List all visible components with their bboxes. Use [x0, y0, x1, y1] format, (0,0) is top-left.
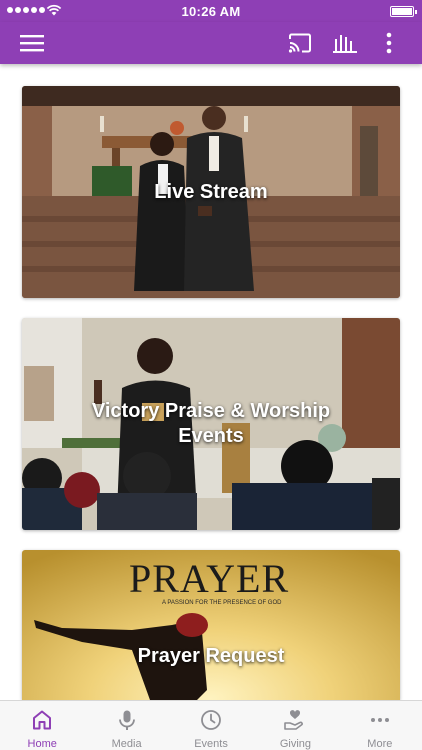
status-time: 10:26 AM — [181, 4, 241, 19]
card-title: Live Stream — [154, 180, 268, 203]
app-bar — [0, 22, 422, 64]
audio-button[interactable] — [328, 22, 362, 64]
microphone-icon — [118, 710, 135, 730]
card-title: Prayer Request — [137, 644, 285, 667]
tab-more[interactable]: More — [338, 701, 422, 750]
more-dots-icon — [370, 718, 389, 722]
overflow-menu-button[interactable] — [372, 22, 406, 64]
card-live-stream[interactable]: Live Stream — [22, 86, 400, 298]
status-bar: 10:26 AM — [0, 0, 422, 22]
tab-home[interactable]: Home — [0, 701, 84, 750]
tab-label: Media — [111, 738, 142, 750]
hamburger-menu-icon — [20, 35, 44, 52]
tab-media[interactable]: Media — [84, 701, 168, 750]
menu-button[interactable] — [14, 22, 50, 64]
giving-hand-icon — [284, 710, 304, 730]
tab-bar: Home Media Events Giving More — [0, 700, 422, 750]
card-title: Victory Praise & Worship Events — [91, 400, 331, 447]
battery-icon — [390, 6, 417, 17]
tab-events[interactable]: Events — [169, 701, 253, 750]
content-list: Live Stream Victory Praise & Worship Eve… — [0, 64, 422, 700]
clock-icon — [201, 710, 221, 730]
cast-button[interactable] — [283, 22, 317, 64]
tab-label: Home — [27, 738, 57, 750]
tab-label: Events — [194, 738, 228, 750]
tab-giving[interactable]: Giving — [253, 701, 337, 750]
tab-label: Giving — [279, 738, 312, 750]
audio-bars-icon — [333, 35, 357, 53]
cast-icon — [288, 33, 311, 53]
vertical-dots-icon — [386, 32, 392, 54]
home-icon — [33, 710, 52, 730]
card-worship-events[interactable]: Victory Praise & Worship Events — [22, 318, 400, 530]
tab-label: More — [367, 738, 393, 750]
card-prayer-request[interactable]: PRAYER A PASSION FOR THE PRESENCE OF GOD… — [22, 550, 400, 700]
